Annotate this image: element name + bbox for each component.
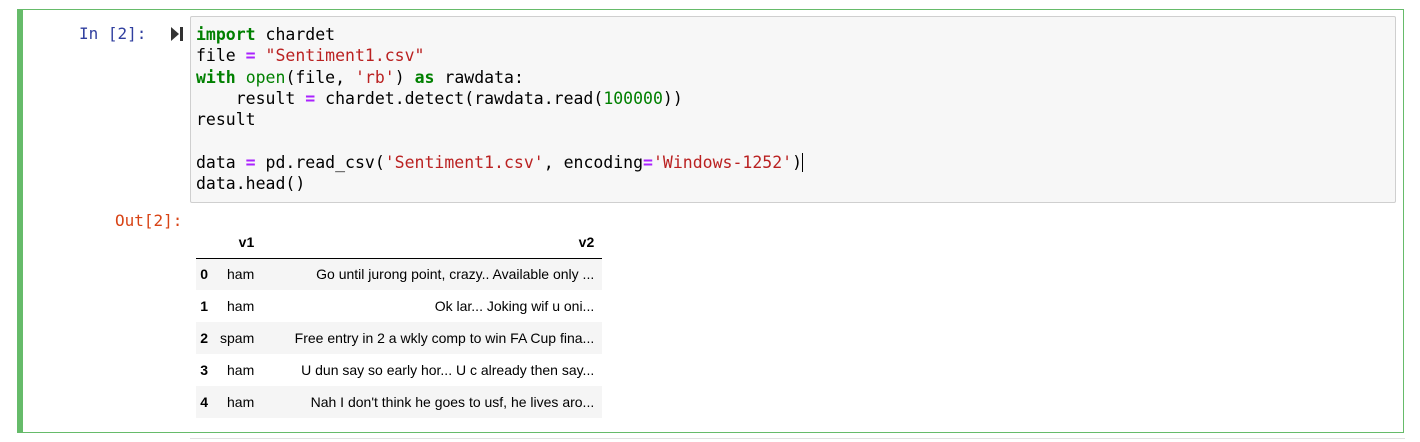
code-token: "Sentiment1.csv" [265,46,425,66]
table-row: 0 ham Go until jurong point, crazy.. Ava… [196,258,603,290]
code-token: with [196,67,236,87]
row-index: 3 [200,362,208,378]
column-header-v1: v1 [212,226,263,259]
cell-v2: Ok lar... Joking wif u oni... [434,298,595,314]
code-token: 100000 [603,88,663,108]
code-text[interactable]: import chardet file = "Sentiment1.csv" w… [196,24,803,194]
table-row: 1 ham Ok lar... Joking wif u oni... [196,290,603,322]
code-token: 'Windows-1252' [652,152,793,172]
code-editor[interactable]: import chardet file = "Sentiment1.csv" w… [190,16,1396,203]
next-cell-edge[interactable] [190,438,1405,442]
code-token: file [196,46,246,66]
cell-v2: Go until jurong point, crazy.. Available… [316,266,595,283]
dataframe-output-table: v1 v2 0 ham Go until jurong point, crazy… [196,226,603,418]
code-token: = [643,152,653,172]
row-index: 2 [200,330,208,346]
output-prompt: Out[2]: [115,211,183,230]
code-token: = [245,152,256,172]
code-token: (file, [285,67,355,87]
code-token: )) [662,88,683,108]
code-token: import [196,25,256,44]
code-token: pd.read_csv( [255,152,385,172]
code-token: chardet.detect(rawdata.read( [315,88,604,108]
run-step-icon[interactable] [170,26,184,42]
text-cursor [802,152,803,172]
cell-v1: ham [227,394,255,410]
code-token: open [245,67,286,87]
code-token: 'rb' [354,67,395,87]
row-index: 0 [200,266,208,283]
code-token: = [305,88,316,108]
table-header-row: v1 v2 [196,226,603,259]
cell-v1: ham [227,266,255,283]
code-token: result [196,110,256,130]
cell-v1: ham [227,362,255,378]
table-row: 3 ham U dun say so early hor... U c alre… [196,354,603,386]
input-prompt: In [2]: [79,24,147,43]
index-header [196,226,212,259]
cell-v2: Free entry in 2 a wkly comp to win FA Cu… [294,330,595,346]
cell-v2: Nah I don't think he goes to usf, he liv… [310,394,595,410]
code-line[interactable]: with open(file, 'rb') as rawdata: [196,68,524,87]
code-token: rawdata: [434,67,524,87]
code-line[interactable]: data.head() [196,174,305,193]
code-token: chardet [255,25,336,44]
row-index: 1 [200,298,208,314]
row-index: 4 [200,394,208,410]
code-token: ) [394,67,415,87]
code-token: = [245,46,256,66]
code-line[interactable]: file = "Sentiment1.csv" [196,46,425,65]
code-token: , encoding [543,152,644,172]
code-line[interactable]: result [196,110,256,129]
cell-v1: ham [227,298,255,314]
code-token: result [196,88,306,108]
table-row: 2 spam Free entry in 2 a wkly comp to wi… [196,322,603,354]
cell-v2: U dun say so early hor... U c already th… [301,362,595,378]
notebook-page: In [2]: import chardet file = "Sentiment… [0,0,1420,442]
cell-v1: spam [220,330,255,346]
code-token: 'Sentiment1.csv' [384,152,544,172]
code-token: as [414,67,435,87]
code-line[interactable]: result = chardet.detect(rawdata.read(100… [196,89,683,108]
code-token: ) [792,152,802,172]
code-line[interactable]: import chardet [196,25,335,44]
code-token: data.head() [196,174,306,194]
table-row: 4 ham Nah I don't think he goes to usf, … [196,386,603,418]
code-token: data [196,152,246,172]
code-line[interactable]: data = pd.read_csv('Sentiment1.csv', enc… [196,152,803,172]
column-header-v2: v2 [262,226,603,259]
